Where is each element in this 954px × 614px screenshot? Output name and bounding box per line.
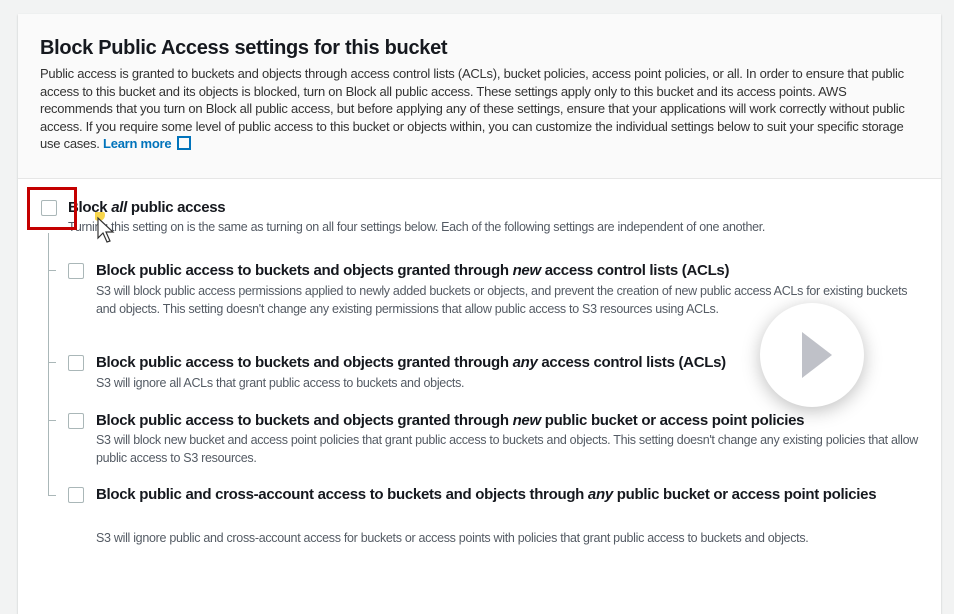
tree-tick xyxy=(48,362,56,363)
label-emphasis: new xyxy=(512,412,542,429)
tree-tick xyxy=(48,495,56,496)
page-title: Block Public Access settings for this bu… xyxy=(40,37,448,59)
label-part: Block public access to buckets and objec… xyxy=(96,412,513,429)
label-part: public access xyxy=(127,199,226,216)
tree-tick xyxy=(48,270,56,271)
option-any-acls-checkbox[interactable] xyxy=(68,355,84,371)
block-all-label[interactable]: Block all public access xyxy=(68,197,226,219)
option-any-acls-label[interactable]: Block public access to buckets and objec… xyxy=(96,352,726,374)
label-emphasis: any xyxy=(587,486,613,503)
mouse-cursor-icon xyxy=(95,212,115,243)
option-new-policies-checkbox[interactable] xyxy=(68,413,84,429)
label-part: public bucket or access point policies xyxy=(612,486,877,503)
external-link-icon xyxy=(177,136,192,151)
label-emphasis: any xyxy=(512,354,538,371)
label-part: access control lists (ACLs) xyxy=(537,354,726,371)
option-any-policies-label[interactable]: Block public and cross-account access to… xyxy=(96,484,896,506)
tree-tick xyxy=(48,420,56,421)
option-description: S3 will block new bucket and access poin… xyxy=(96,433,919,465)
highlight-box xyxy=(27,187,77,230)
label-part: Block public access to buckets and objec… xyxy=(96,354,513,371)
label-part: Block public and cross-account access to… xyxy=(96,486,588,503)
panel-header: Block Public Access settings for this bu… xyxy=(18,14,941,179)
label-part: public bucket or access point policies xyxy=(540,412,805,429)
description: Public access is granted to buckets and … xyxy=(40,65,910,153)
option-new-acls-label[interactable]: Block public access to buckets and objec… xyxy=(96,260,729,282)
play-button[interactable] xyxy=(760,303,864,407)
learn-more-link[interactable]: Learn more xyxy=(103,136,192,152)
tree-line xyxy=(48,233,49,495)
option-new-policies-label[interactable]: Block public access to buckets and objec… xyxy=(96,410,805,432)
label-part: Block public access to buckets and objec… xyxy=(96,262,513,279)
option-new-acls-checkbox[interactable] xyxy=(68,263,84,279)
label-part: access control lists (ACLs) xyxy=(540,262,730,279)
learn-more-label: Learn more xyxy=(103,136,172,152)
label-emphasis: new xyxy=(512,262,542,279)
block-all-description: Turning this setting on is the same as t… xyxy=(68,220,766,234)
option-description: S3 will ignore public and cross-account … xyxy=(96,531,809,545)
option-any-policies-checkbox[interactable] xyxy=(68,487,84,503)
